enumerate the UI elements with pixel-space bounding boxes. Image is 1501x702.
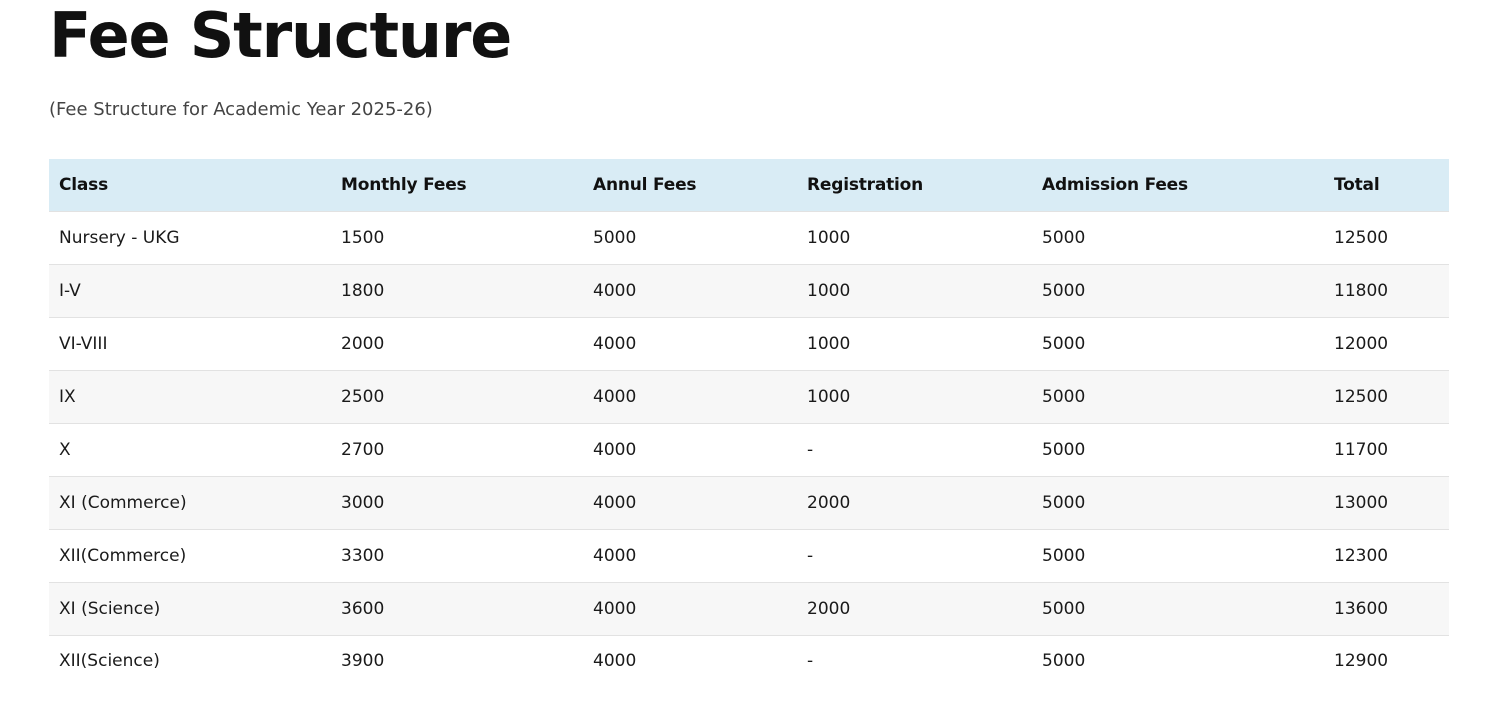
- cell-class: VI-VIII: [49, 317, 331, 371]
- cell-total: 11700: [1324, 423, 1449, 477]
- cell-admission-fees: 5000: [1032, 211, 1324, 265]
- table-row: XII(Commerce) 3300 4000 - 5000 12300: [49, 529, 1449, 583]
- cell-class: XI (Commerce): [49, 476, 331, 530]
- cell-class: IX: [49, 370, 331, 424]
- cell-monthly-fees: 3900: [331, 635, 583, 686]
- cell-annual-fees: 4000: [583, 582, 797, 636]
- cell-class: XI (Science): [49, 582, 331, 636]
- fee-table: Class Monthly Fees Annul Fees Registrati…: [49, 159, 1449, 686]
- cell-annual-fees: 4000: [583, 370, 797, 424]
- table-row: XII(Science) 3900 4000 - 5000 12900: [49, 635, 1449, 686]
- cell-registration: 1000: [797, 370, 1032, 424]
- cell-total: 13000: [1324, 476, 1449, 530]
- cell-class: XII(Commerce): [49, 529, 331, 583]
- cell-annual-fees: 4000: [583, 423, 797, 477]
- cell-total: 12500: [1324, 370, 1449, 424]
- table-row: X 2700 4000 - 5000 11700: [49, 423, 1449, 477]
- cell-total: 13600: [1324, 582, 1449, 636]
- cell-annual-fees: 4000: [583, 264, 797, 318]
- cell-registration: 1000: [797, 211, 1032, 265]
- cell-monthly-fees: 1500: [331, 211, 583, 265]
- cell-admission-fees: 5000: [1032, 476, 1324, 530]
- cell-monthly-fees: 1800: [331, 264, 583, 318]
- cell-monthly-fees: 2000: [331, 317, 583, 371]
- cell-monthly-fees: 2700: [331, 423, 583, 477]
- page-title: Fee Structure: [49, 0, 512, 72]
- cell-admission-fees: 5000: [1032, 370, 1324, 424]
- table-row: VI-VIII 2000 4000 1000 5000 12000: [49, 317, 1449, 371]
- cell-total: 12000: [1324, 317, 1449, 371]
- header-class: Class: [49, 159, 331, 212]
- table-row: I-V 1800 4000 1000 5000 11800: [49, 264, 1449, 318]
- page-subtitle: (Fee Structure for Academic Year 2025-26…: [49, 99, 433, 120]
- table-row: IX 2500 4000 1000 5000 12500: [49, 370, 1449, 424]
- cell-registration: -: [797, 635, 1032, 686]
- cell-annual-fees: 4000: [583, 529, 797, 583]
- header-annual-fees: Annul Fees: [583, 159, 797, 212]
- cell-registration: -: [797, 423, 1032, 477]
- cell-monthly-fees: 2500: [331, 370, 583, 424]
- cell-monthly-fees: 3600: [331, 582, 583, 636]
- table-header-row: Class Monthly Fees Annul Fees Registrati…: [49, 159, 1449, 212]
- table-row: XI (Science) 3600 4000 2000 5000 13600: [49, 582, 1449, 636]
- cell-annual-fees: 5000: [583, 211, 797, 265]
- cell-total: 11800: [1324, 264, 1449, 318]
- cell-registration: 1000: [797, 264, 1032, 318]
- table-row: XI (Commerce) 3000 4000 2000 5000 13000: [49, 476, 1449, 530]
- cell-registration: 1000: [797, 317, 1032, 371]
- cell-admission-fees: 5000: [1032, 423, 1324, 477]
- cell-admission-fees: 5000: [1032, 635, 1324, 686]
- cell-admission-fees: 5000: [1032, 582, 1324, 636]
- cell-total: 12300: [1324, 529, 1449, 583]
- cell-admission-fees: 5000: [1032, 264, 1324, 318]
- cell-class: Nursery - UKG: [49, 211, 331, 265]
- header-admission-fees: Admission Fees: [1032, 159, 1324, 212]
- header-total: Total: [1324, 159, 1449, 212]
- cell-total: 12900: [1324, 635, 1449, 686]
- table-row: Nursery - UKG 1500 5000 1000 5000 12500: [49, 211, 1449, 265]
- fee-structure-page: Fee Structure (Fee Structure for Academi…: [0, 0, 1501, 702]
- cell-annual-fees: 4000: [583, 635, 797, 686]
- cell-registration: 2000: [797, 582, 1032, 636]
- cell-monthly-fees: 3000: [331, 476, 583, 530]
- cell-admission-fees: 5000: [1032, 529, 1324, 583]
- cell-admission-fees: 5000: [1032, 317, 1324, 371]
- cell-total: 12500: [1324, 211, 1449, 265]
- header-registration: Registration: [797, 159, 1032, 212]
- header-monthly-fees: Monthly Fees: [331, 159, 583, 212]
- cell-class: X: [49, 423, 331, 477]
- cell-class: XII(Science): [49, 635, 331, 686]
- cell-registration: 2000: [797, 476, 1032, 530]
- cell-registration: -: [797, 529, 1032, 583]
- cell-annual-fees: 4000: [583, 476, 797, 530]
- cell-monthly-fees: 3300: [331, 529, 583, 583]
- cell-class: I-V: [49, 264, 331, 318]
- cell-annual-fees: 4000: [583, 317, 797, 371]
